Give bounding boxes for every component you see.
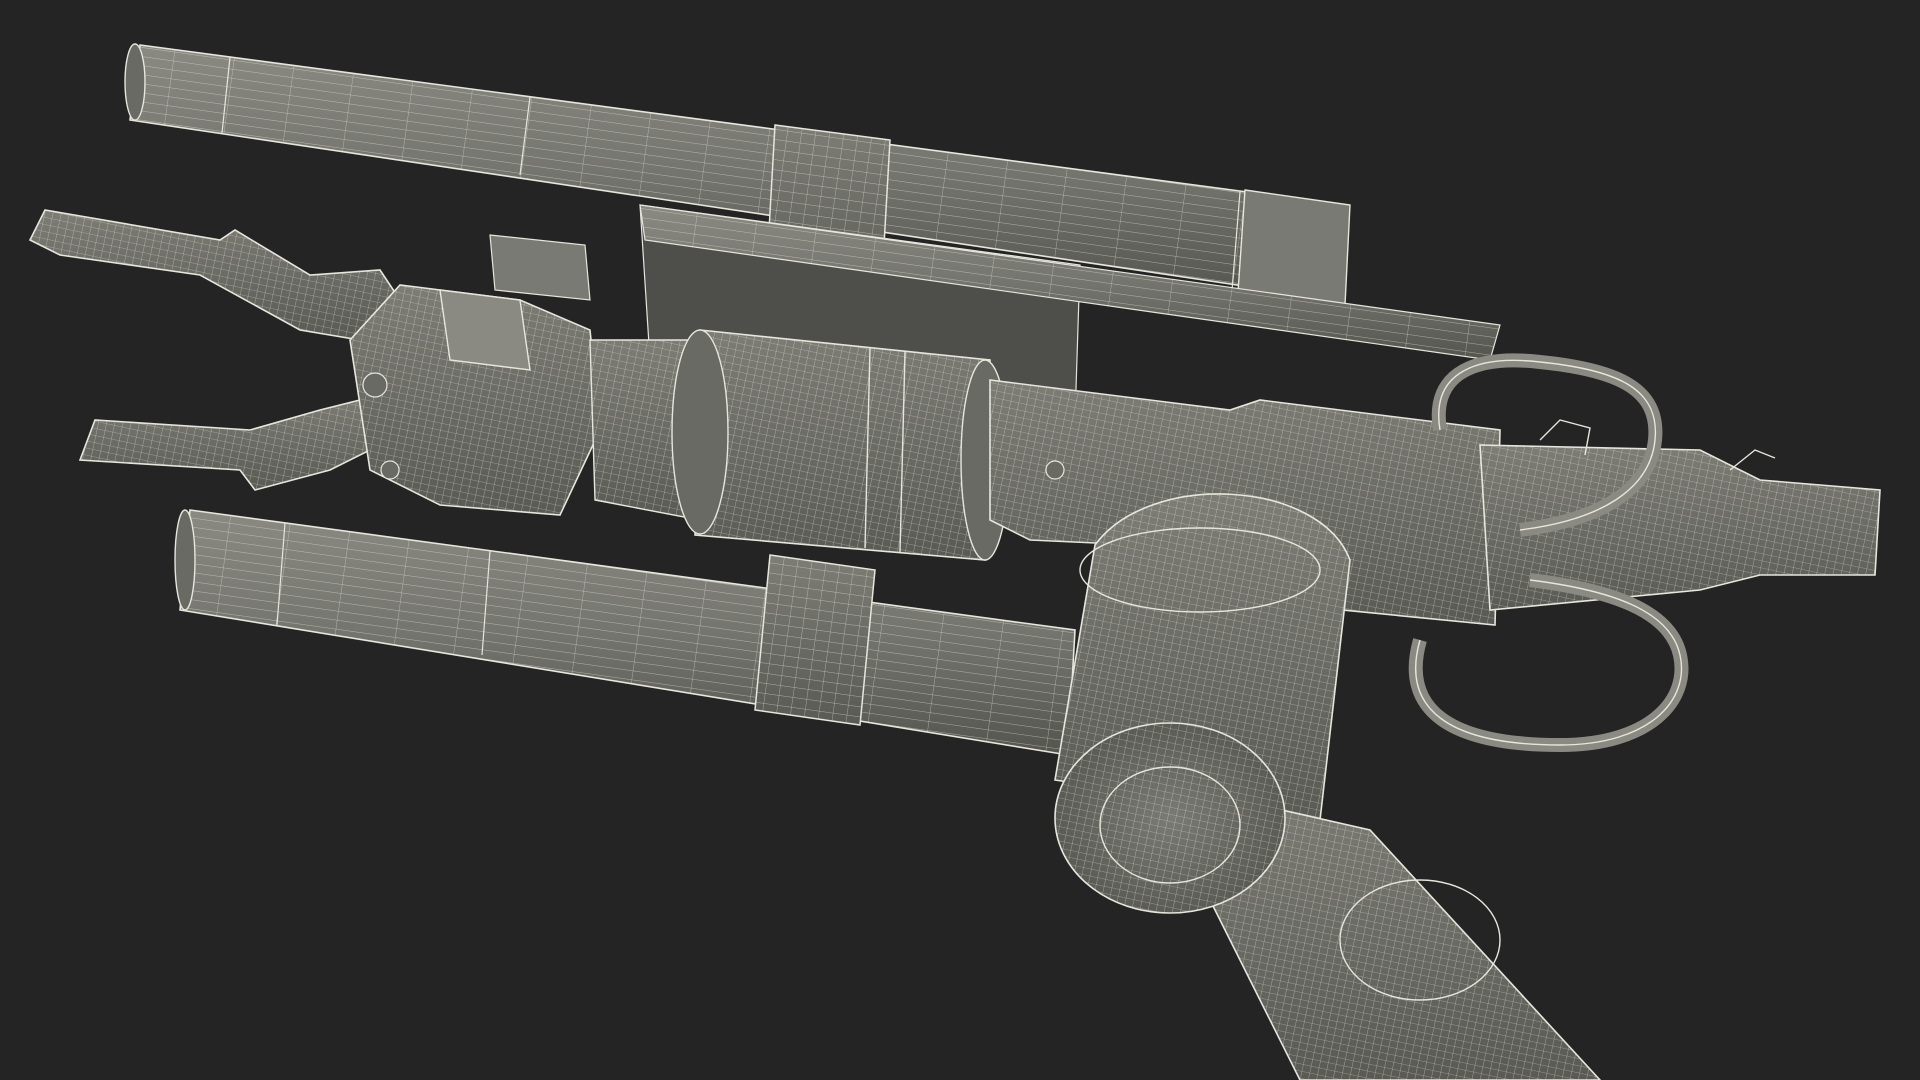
gripper-finger-upper [28, 209, 402, 341]
gripper-finger-lower [78, 394, 391, 491]
rotary-joint [671, 329, 1010, 561]
wireframe-render [28, 43, 1881, 1080]
wrist-block [349, 234, 601, 516]
lower-clamp [754, 554, 876, 726]
viewport-3d[interactable] [0, 0, 1920, 1080]
motor-end-cap [1054, 722, 1286, 914]
